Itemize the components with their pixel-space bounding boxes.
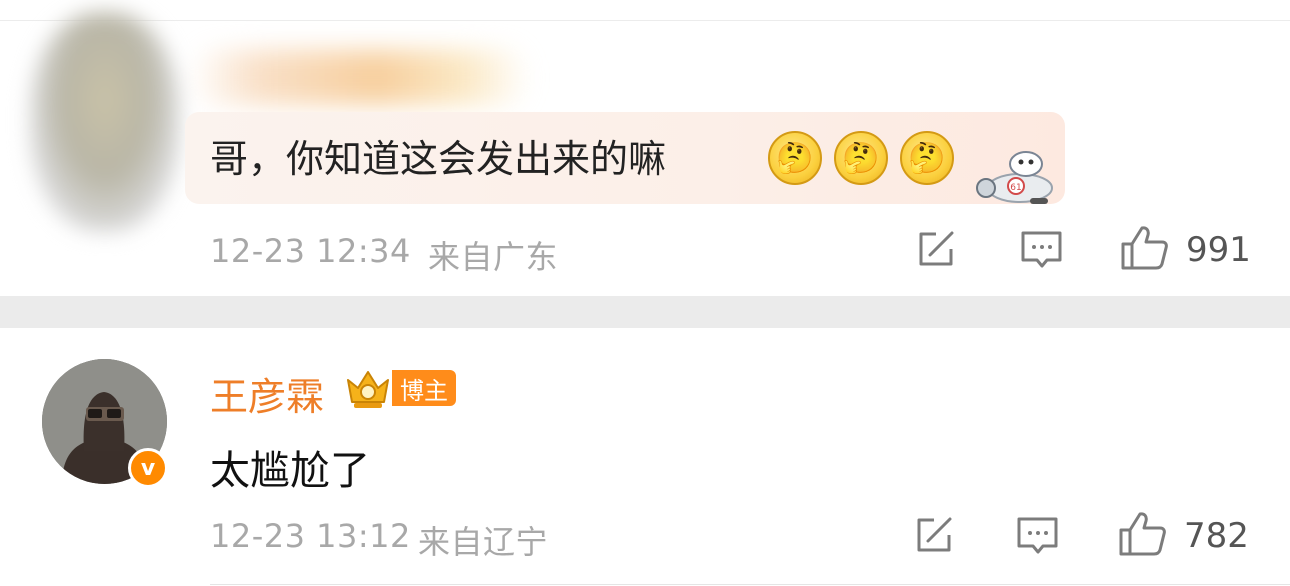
reply-text: 太尴尬了: [210, 448, 370, 494]
like-count: 991: [1186, 230, 1251, 270]
comment-timestamp: 12-23 13:12: [210, 517, 411, 555]
blurred-username[interactable]: [190, 50, 530, 105]
like-icon[interactable]: [1118, 510, 1168, 558]
comment-icon[interactable]: [1016, 515, 1060, 557]
comment-timestamp: 12-23 12:34: [210, 232, 411, 270]
thinking-face-emoji: 🤔: [834, 131, 888, 185]
bottom-divider: [210, 584, 1290, 585]
blurred-avatar[interactable]: [30, 12, 180, 232]
username[interactable]: 王彦霖: [210, 366, 324, 421]
comment-location: 来自广东: [428, 238, 559, 276]
svg-text:61: 61: [1010, 183, 1021, 193]
comment-icon[interactable]: [1020, 229, 1064, 271]
section-divider: [0, 296, 1290, 328]
verified-icon: v: [128, 448, 168, 488]
thinking-face-emoji: 🤔: [900, 131, 954, 185]
comment-location: 来自辽宁: [418, 523, 549, 561]
thinking-face-emoji: 🤔: [768, 131, 822, 185]
repost-icon[interactable]: [916, 229, 958, 269]
repost-icon[interactable]: [914, 515, 956, 555]
airplane-sticker-icon: 61: [976, 151, 1053, 204]
comment-text: 哥，你知道这会发出来的嘛: [210, 137, 667, 181]
like-icon[interactable]: [1120, 224, 1170, 272]
top-divider: [0, 20, 1290, 21]
crown-icon: [347, 371, 389, 408]
like-count: 782: [1184, 516, 1249, 556]
author-badge: 博主: [392, 370, 456, 406]
